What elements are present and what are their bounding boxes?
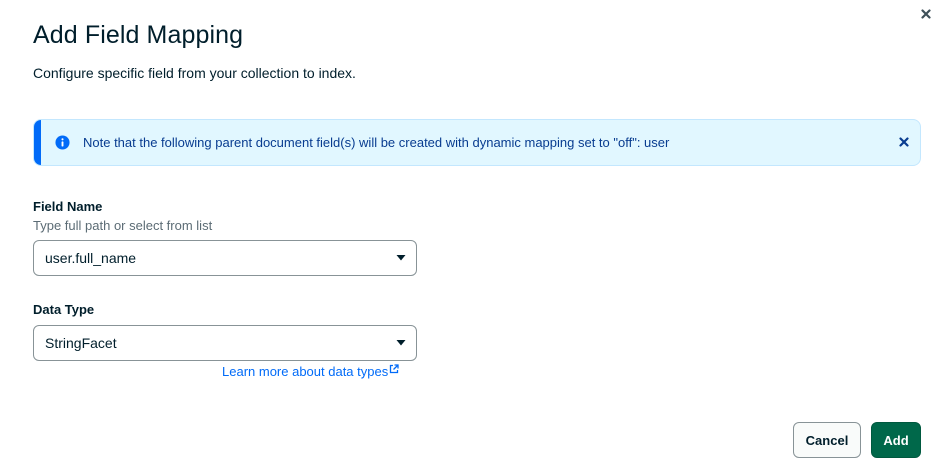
banner-message: Note that the following parent document …: [83, 135, 670, 150]
banner-accent-bar: [34, 120, 41, 165]
close-icon: [921, 9, 931, 19]
learn-more-link-label: Learn more about data types: [222, 364, 389, 379]
field-name-description: Type full path or select from list: [33, 218, 213, 233]
close-icon: [899, 137, 909, 147]
data-type-label: Data Type: [33, 302, 95, 317]
cancel-button[interactable]: Cancel: [793, 422, 861, 458]
external-link-icon: [390, 364, 399, 374]
modal-title: Add Field Mapping: [33, 21, 244, 49]
caret-down-icon: [396, 255, 406, 261]
learn-more-data-types-link[interactable]: Learn more about data types: [222, 364, 399, 379]
info-banner: Note that the following parent document …: [33, 119, 921, 166]
caret-down-icon: [396, 340, 406, 346]
field-name-value: user.full_name: [45, 250, 137, 266]
modal-close-button[interactable]: [916, 4, 936, 24]
add-button[interactable]: Add: [871, 422, 921, 458]
banner-dismiss-button[interactable]: [896, 134, 912, 150]
data-type-select[interactable]: StringFacet: [33, 325, 417, 361]
field-name-label: Field Name: [33, 199, 103, 214]
modal-subtitle: Configure specific field from your colle…: [33, 65, 356, 81]
field-name-select[interactable]: user.full_name: [33, 240, 417, 276]
data-type-value: StringFacet: [45, 335, 117, 351]
info-icon: [55, 135, 70, 150]
add-field-mapping-modal: Add Field Mapping Configure specific fie…: [0, 0, 952, 471]
